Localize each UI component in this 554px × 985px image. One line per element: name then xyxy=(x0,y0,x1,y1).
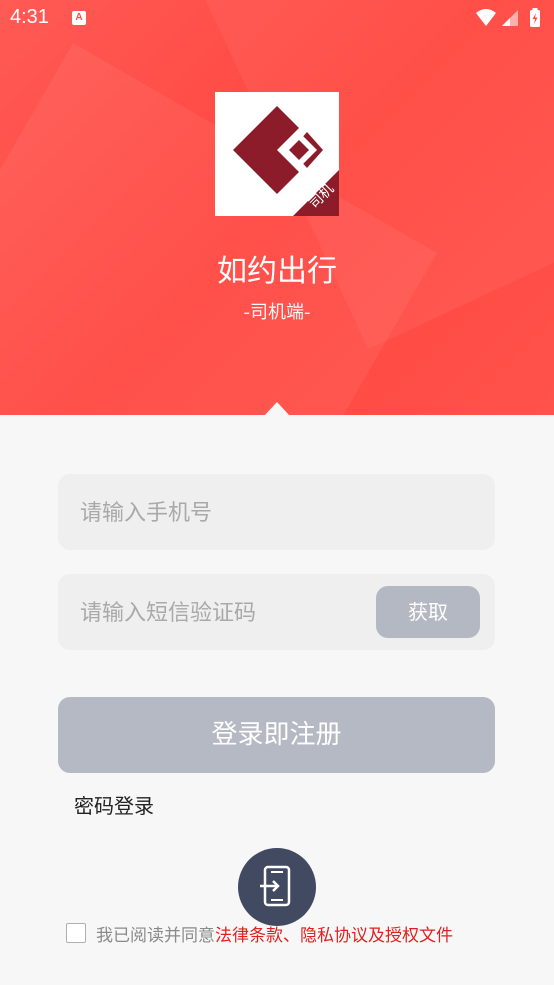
agreement-link[interactable]: 法律条款、隐私协议及授权文件 xyxy=(215,921,453,946)
signal-battery-icon xyxy=(476,8,540,27)
code-field: 获取 xyxy=(58,574,495,652)
app-subtitle: -司机端- xyxy=(243,302,311,323)
status-bar: 4:31 A xyxy=(0,0,554,38)
switch-role-button[interactable] xyxy=(238,848,316,926)
login-register-button[interactable]: 登录即注册 xyxy=(58,697,495,773)
password-login-link[interactable]: 密码登录 xyxy=(74,790,154,819)
agreement-checkbox[interactable] xyxy=(66,923,86,943)
phone-field xyxy=(58,474,495,552)
notification-a-icon: A xyxy=(72,11,86,25)
app-name: 如约出行 xyxy=(217,254,337,289)
phone-input[interactable] xyxy=(78,474,372,552)
sms-code-input[interactable] xyxy=(78,574,372,652)
header-notch xyxy=(265,402,289,415)
status-time: 4:31 xyxy=(10,6,49,28)
get-code-button[interactable]: 获取 xyxy=(376,586,480,638)
agreement-row: 我已阅读并同意 法律条款、隐私协议及授权文件 xyxy=(66,920,453,946)
agreement-text: 我已阅读并同意 xyxy=(96,925,215,946)
phone-switch-icon xyxy=(260,865,291,907)
header-banner: 4:31 A 司机 如约出行 -司机端- xyxy=(0,0,554,415)
status-icons xyxy=(474,6,546,30)
app-logo: 司机 xyxy=(215,92,339,216)
